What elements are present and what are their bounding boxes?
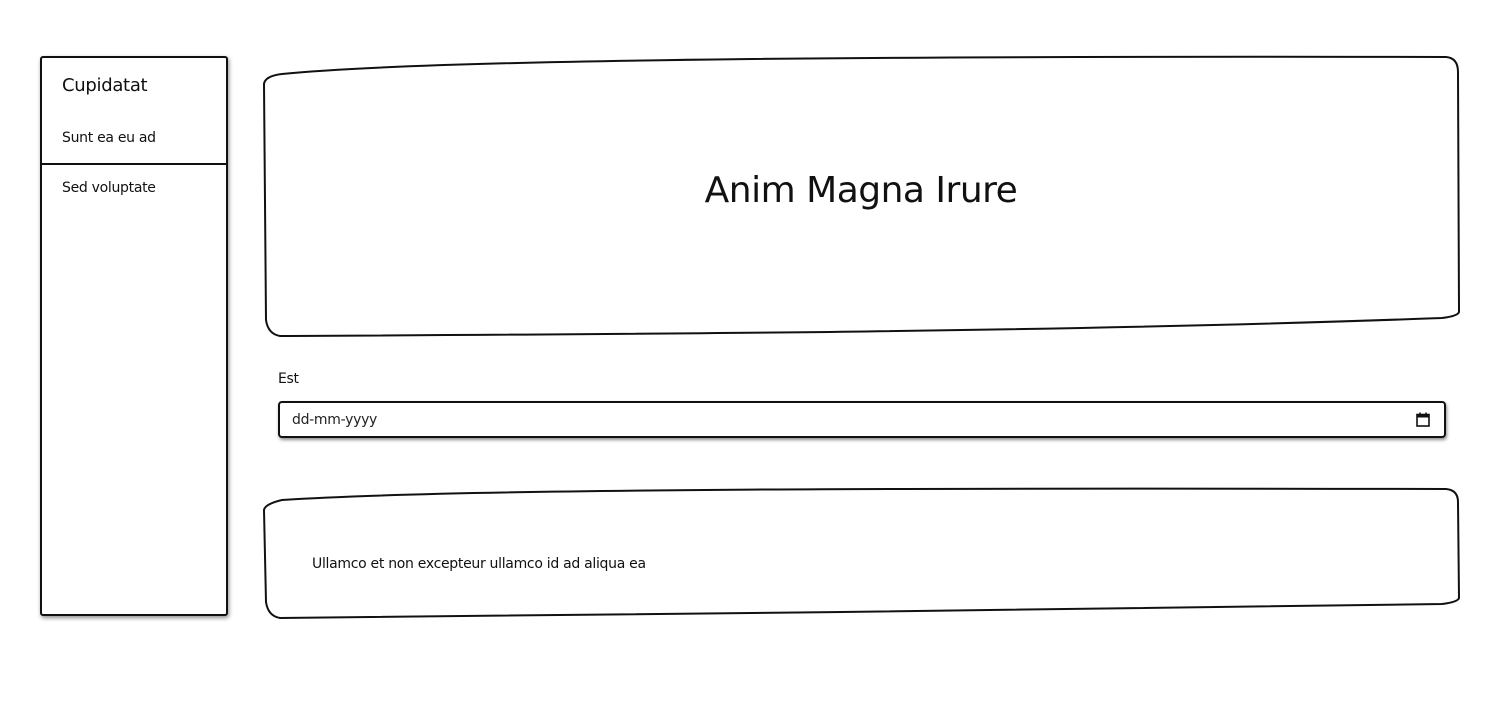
sidebar-divider <box>42 163 226 165</box>
sidebar-item-sed-voluptate[interactable]: Sed voluptate <box>62 180 156 196</box>
sidebar-item-sunt-ea-eu-ad[interactable]: Sunt ea eu ad <box>62 130 156 146</box>
hero-title: Anim Magna Irure <box>704 169 1018 211</box>
note-card <box>262 487 1461 620</box>
sidebar: Cupidatat Sunt ea eu ad Sed voluptate <box>40 56 228 616</box>
date-field-label: Est <box>278 371 299 387</box>
date-input[interactable]: dd-mm-yyyy <box>278 401 1446 438</box>
date-placeholder: dd-mm-yyyy <box>292 412 378 428</box>
calendar-icon[interactable] <box>1416 412 1430 427</box>
sidebar-title: Cupidatat <box>62 75 148 96</box>
note-text: Ullamco et non excepteur ullamco id ad a… <box>312 556 646 572</box>
